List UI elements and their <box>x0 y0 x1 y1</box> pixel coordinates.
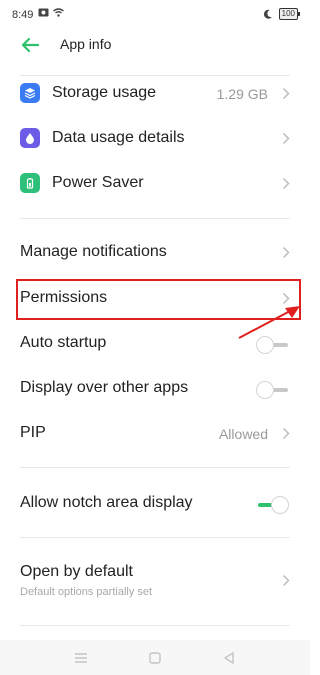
divider <box>20 467 290 468</box>
status-bar: 8:49 100 <box>0 0 310 30</box>
chevron-right-icon <box>282 427 290 440</box>
navigation-bar <box>0 640 310 675</box>
status-time: 8:49 <box>12 9 34 21</box>
data-usage-icon <box>20 128 40 148</box>
moon-icon <box>263 9 272 19</box>
display-over-apps-row: Display over other apps <box>0 366 310 410</box>
open-by-default-label: Open by default <box>20 563 133 580</box>
chevron-right-icon <box>282 87 290 100</box>
chevron-right-icon <box>282 246 290 259</box>
wifi-icon <box>53 8 64 17</box>
back-nav-icon[interactable] <box>221 650 237 666</box>
back-arrow-icon[interactable] <box>20 36 40 54</box>
storage-usage-value: 1.29 GB <box>216 86 268 102</box>
power-saver-row[interactable]: Power Saver <box>0 161 310 205</box>
home-icon[interactable] <box>147 650 163 666</box>
open-by-default-sublabel: Default options partially set <box>20 586 153 598</box>
toggle-knob <box>256 381 274 399</box>
data-usage-row[interactable]: Data usage details <box>0 116 310 160</box>
status-icons-right: 100 <box>263 8 301 20</box>
status-icons-left <box>38 8 64 17</box>
photo-notification-icon <box>38 8 49 17</box>
chevron-right-icon <box>282 177 290 190</box>
storage-icon <box>20 83 40 103</box>
display-over-apps-toggle[interactable] <box>256 381 290 399</box>
notch-display-label: Allow notch area display <box>20 494 193 511</box>
battery-icon <box>20 173 40 193</box>
battery-indicator: 100 <box>278 8 301 20</box>
chevron-right-icon <box>282 574 290 587</box>
title-bar: App info <box>0 30 310 66</box>
menu-icon[interactable] <box>73 650 89 666</box>
notch-display-row: Allow notch area display <box>0 481 310 525</box>
page-title: App info <box>60 36 112 52</box>
manage-notifications-row[interactable]: Manage notifications <box>0 230 310 274</box>
pip-value: Allowed <box>218 426 268 442</box>
pip-row[interactable]: PIP Allowed <box>0 411 310 455</box>
data-usage-label: Data usage details <box>52 129 185 146</box>
annotation-arrow-icon <box>238 306 300 339</box>
storage-usage-label: Storage usage <box>52 84 157 101</box>
divider <box>20 625 290 626</box>
manage-notifications-label: Manage notifications <box>20 243 167 260</box>
open-by-default-row[interactable]: Open by default <box>0 550 310 610</box>
chevron-right-icon <box>282 132 290 145</box>
divider <box>20 218 290 219</box>
storage-usage-row[interactable]: Storage usage 1.29 GB <box>0 71 310 115</box>
divider <box>20 537 290 538</box>
pip-label: PIP <box>20 424 46 441</box>
power-saver-label: Power Saver <box>52 174 144 191</box>
display-over-apps-label: Display over other apps <box>20 379 189 396</box>
notch-display-toggle[interactable] <box>256 496 290 514</box>
toggle-knob <box>271 496 289 514</box>
auto-startup-label: Auto startup <box>20 334 107 351</box>
